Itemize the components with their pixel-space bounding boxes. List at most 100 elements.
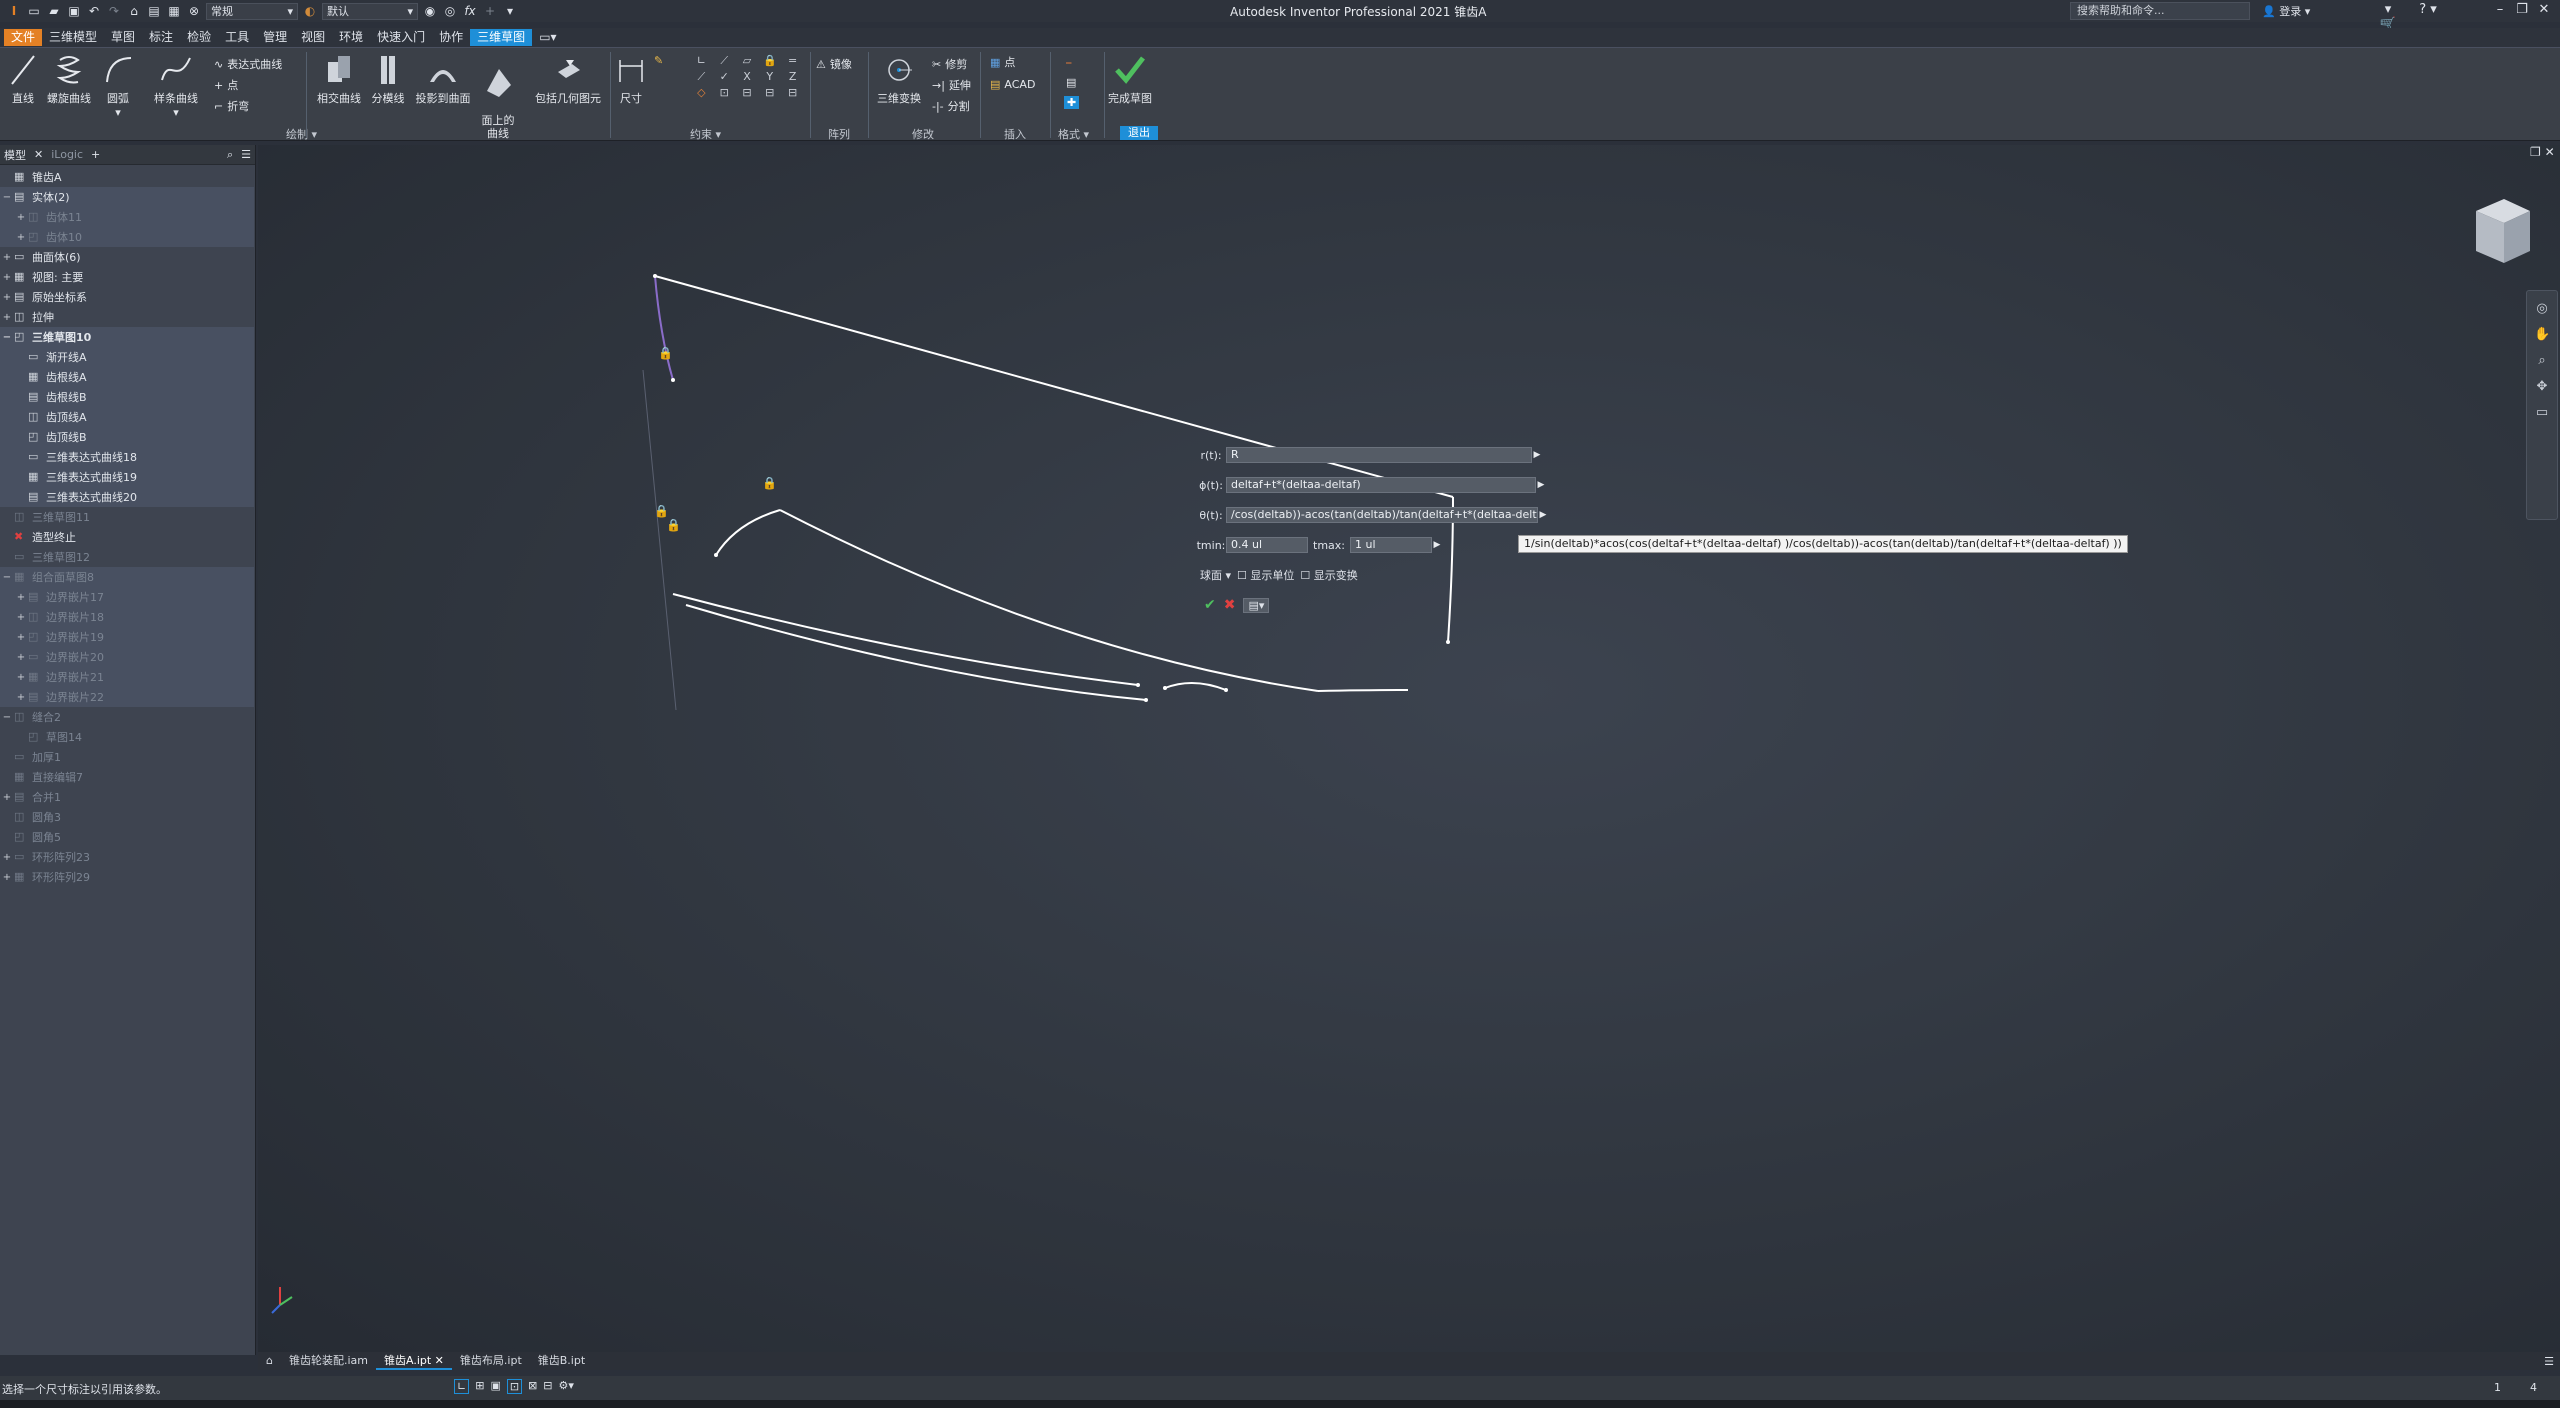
r-input[interactable]: R <box>1226 447 1532 463</box>
symmetric-icon[interactable]: ⊡ <box>713 86 736 102</box>
help-search-input[interactable]: 搜索帮助和命令... <box>2070 2 2250 20</box>
expand-icon[interactable]: + <box>16 212 26 223</box>
browser-item[interactable]: ◰ 草图14 <box>0 727 254 747</box>
show-conversion-checkbox[interactable]: ☐ 显示变换 <box>1300 567 1357 583</box>
browser-item[interactable]: ◫ 三维草图11 <box>0 507 254 527</box>
add-tab-icon[interactable]: + <box>91 148 100 161</box>
theta-input[interactable]: /cos(deltab))-acos(tan(deltab)/tan(delta… <box>1226 507 1538 523</box>
selected-curve[interactable] <box>654 275 674 381</box>
zoom-icon[interactable]: ⌕ <box>2534 353 2550 369</box>
expand-icon[interactable]: + <box>2 872 12 883</box>
auto-dimension-icon[interactable]: ✎ <box>654 54 663 67</box>
browser-item[interactable]: ▦ 三维表达式曲线19 <box>0 467 254 487</box>
cancel-icon[interactable]: ⊗ <box>186 3 202 19</box>
redo-icon[interactable]: ↷ <box>106 3 122 19</box>
acad-button[interactable]: ▤ ACAD <box>990 78 1035 91</box>
material-browser-icon[interactable]: ◎ <box>442 3 458 19</box>
tab-extra-dropdown[interactable]: ▭▾ <box>532 29 563 46</box>
project-to-surface-button[interactable]: 投影到曲面 <box>412 52 474 106</box>
browser-item[interactable]: + ▭ 环形阵列23 <box>0 847 254 867</box>
phi-input[interactable]: deltaf+t*(deltaa-deltaf) <box>1226 477 1536 493</box>
expand-icon[interactable]: + <box>2 292 12 303</box>
ok-button[interactable]: ✔ <box>1204 597 1216 613</box>
browser-item[interactable]: ▭ 加厚1 <box>0 747 254 767</box>
tab-3d-sketch[interactable]: 三维草图 <box>470 29 533 46</box>
constraint-infer-icon[interactable]: ⊡ <box>506 1379 523 1394</box>
sketch-geometry[interactable]: 🔒 🔒 🔒 🔒 <box>258 145 2560 1355</box>
browser-item[interactable]: ◫ 圆角3 <box>0 807 254 827</box>
tab-list-icon[interactable]: ☰ <box>2544 1355 2554 1368</box>
close-icon[interactable]: ✕ <box>2534 2 2554 17</box>
browser-item[interactable]: + ◫ 齿体11 <box>0 207 254 227</box>
fix-constraint-icon[interactable]: 🔒 <box>666 518 681 532</box>
doc-tab-layout[interactable]: 锥齿布局.ipt <box>452 1352 530 1370</box>
fix-constraint-icon[interactable]: 🔒 <box>658 346 673 360</box>
appearance-dropdown[interactable]: 常规 ▾ <box>206 2 298 20</box>
customize-qat-icon[interactable]: ▾ <box>502 3 518 19</box>
home-icon[interactable]: ⌂ <box>126 3 142 19</box>
spline-dropdown-icon[interactable]: ▾ <box>148 106 204 119</box>
tab-sketch[interactable]: 草图 <box>104 29 142 46</box>
tab-view[interactable]: 视图 <box>294 29 332 46</box>
tab-collaborate[interactable]: 协作 <box>432 29 470 46</box>
browser-item[interactable]: − ◫ 缝合2 <box>0 707 254 727</box>
browser-item[interactable]: ▭ 渐开线A <box>0 347 254 367</box>
browser-item[interactable]: ▭ 三维草图12 <box>0 547 254 567</box>
yz-icon[interactable]: ⊟ <box>758 86 781 102</box>
top-line-a[interactable] <box>672 593 1139 686</box>
doc-tab-gear-a[interactable]: 锥齿A.ipt ✕ <box>376 1352 452 1370</box>
close-icon[interactable]: ✕ <box>34 148 43 161</box>
browser-item[interactable]: + ◰ 边界嵌片19 <box>0 627 254 647</box>
sketch-point[interactable] <box>1224 688 1228 692</box>
undo-icon[interactable]: ↶ <box>86 3 102 19</box>
silhouette-curve-button[interactable]: 分模线 <box>368 52 408 106</box>
arc-dropdown-icon[interactable]: ▾ <box>100 106 136 119</box>
format-group-label[interactable]: 格式 ▾ <box>1058 126 1089 142</box>
tab-annotate[interactable]: 标注 <box>142 29 180 46</box>
save-icon[interactable]: ▣ <box>66 3 82 19</box>
browser-item[interactable]: ◰ 齿顶线B <box>0 427 254 447</box>
restore-icon[interactable]: ❐ <box>2512 2 2532 17</box>
tab-3d-model[interactable]: 三维模型 <box>42 29 104 46</box>
browser-item[interactable]: ◫ 齿顶线A <box>0 407 254 427</box>
center-point-icon[interactable]: ✚ <box>1064 96 1080 109</box>
show-units-checkbox[interactable]: ☐ 显示单位 <box>1237 567 1294 583</box>
browser-item[interactable]: ▦ 直接编辑7 <box>0 767 254 787</box>
pan-icon[interactable]: ✋ <box>2534 327 2550 343</box>
doc-tab-assembly[interactable]: 锥齿轮装配.iam <box>281 1352 376 1370</box>
theta-expand-icon[interactable]: ▶ <box>1538 507 1548 523</box>
color-wheel-icon[interactable]: ◐ <box>302 3 318 19</box>
fix-constraint-icon[interactable]: 🔒 <box>762 476 777 490</box>
expand-icon[interactable]: + <box>2 252 12 263</box>
smooth-icon[interactable]: ◇ <box>690 86 713 102</box>
expand-icon[interactable]: + <box>16 632 26 643</box>
browser-tab-ilogic[interactable]: iLogic <box>51 148 83 161</box>
material-dropdown[interactable]: 默认 ▾ <box>322 2 418 20</box>
tip-arc[interactable] <box>1164 681 1227 691</box>
browser-item[interactable]: + ▤ 合并1 <box>0 787 254 807</box>
browser-item[interactable]: + ▤ 原始坐标系 <box>0 287 254 307</box>
tab-get-started[interactable]: 快速入门 <box>370 29 432 46</box>
sketch-settings-icon[interactable]: ⚙▾ <box>559 1379 574 1394</box>
draw-group-label[interactable]: 绘制 ▾ <box>286 126 317 142</box>
tangent-icon[interactable]: ⟋ <box>690 70 713 86</box>
point-insert-button[interactable]: ▦ 点 <box>990 54 1015 70</box>
expand-icon[interactable]: + <box>2 312 12 323</box>
fix-constraint-icon[interactable]: 🔒 <box>654 504 669 518</box>
browser-item[interactable]: − ▤ 实体(2) <box>0 187 254 207</box>
tab-file[interactable]: 文件 <box>4 29 43 46</box>
curve-on-face-button[interactable]: 面上的 曲线 <box>476 52 520 140</box>
bend-button[interactable]: ⌐ 折弯 <box>214 98 249 114</box>
construction-icon[interactable]: ⎯ <box>1066 56 1072 70</box>
on-face-icon[interactable]: X <box>736 70 759 86</box>
steering-wheel-icon[interactable]: ◎ <box>2534 301 2550 317</box>
collapse-icon[interactable]: − <box>2 572 12 583</box>
menu-icon[interactable]: ☰ <box>241 148 251 161</box>
view-cube[interactable] <box>2464 195 2534 267</box>
browser-item[interactable]: + ▦ 环形阵列29 <box>0 867 254 887</box>
root-line-tail[interactable] <box>1317 689 1409 692</box>
expand-icon[interactable]: + <box>2 792 12 803</box>
expand-icon[interactable]: + <box>2 852 12 863</box>
reference-icon[interactable]: ▤ <box>1066 76 1076 89</box>
r-expand-icon[interactable]: ▶ <box>1532 447 1542 463</box>
